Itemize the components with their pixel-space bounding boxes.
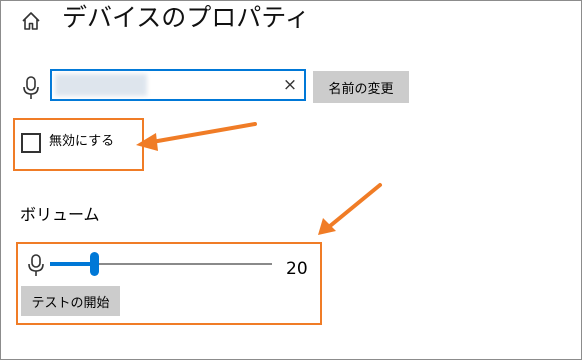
device-name-input[interactable]: ×	[50, 69, 306, 101]
microphone-icon	[20, 75, 42, 101]
redacted-name-text	[55, 74, 147, 96]
disable-label[interactable]: 無効にする	[49, 133, 114, 151]
slider-fill	[50, 262, 94, 266]
volume-section-title: ボリューム	[20, 205, 100, 224]
start-test-button[interactable]: テストの開始	[21, 286, 120, 316]
disable-checkbox[interactable]	[21, 133, 41, 153]
slider-thumb[interactable]	[90, 252, 99, 276]
home-icon[interactable]	[18, 8, 44, 34]
volume-slider[interactable]	[50, 252, 272, 276]
page-title: デバイスのプロパティ	[62, 3, 310, 32]
rename-button[interactable]: 名前の変更	[313, 71, 409, 103]
clear-icon[interactable]: ×	[280, 75, 300, 95]
microphone-icon	[26, 253, 46, 277]
volume-value: 20	[286, 259, 308, 279]
